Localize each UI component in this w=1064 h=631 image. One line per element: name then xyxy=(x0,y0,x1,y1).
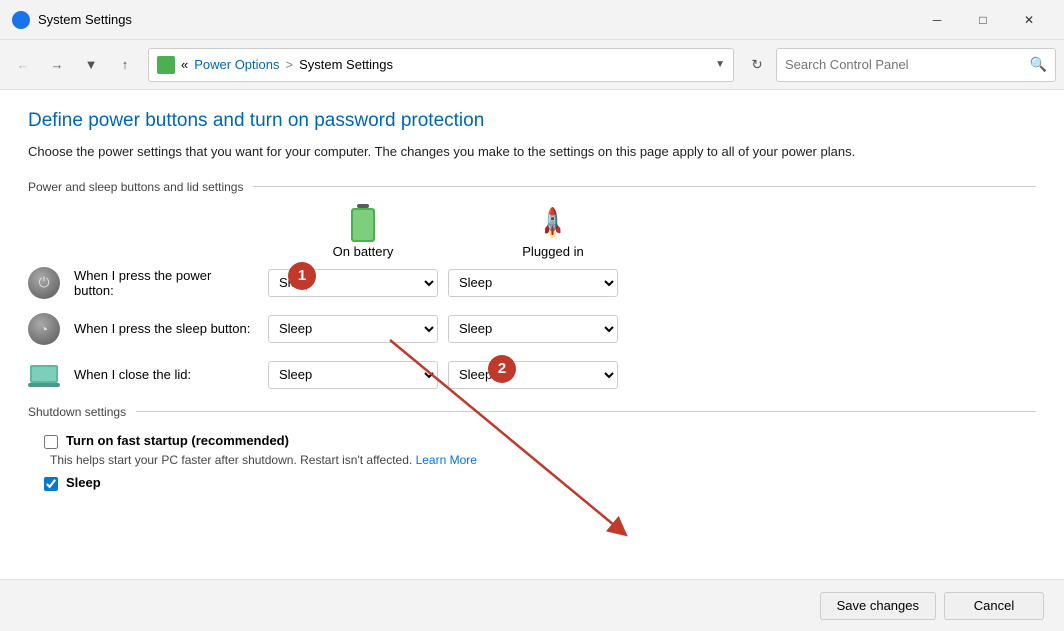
breadcrumb-item-system-settings: System Settings xyxy=(299,57,393,72)
breadcrumb-item-power-options[interactable]: Power Options xyxy=(194,57,279,72)
sleep-button-row: When I press the sleep button: Do nothin… xyxy=(28,313,1036,345)
sleep-checkbox-label[interactable]: Sleep xyxy=(66,475,101,490)
breadcrumb-bar: « Power Options > System Settings ▼ xyxy=(148,48,734,82)
annotation-bubble-2: 2 xyxy=(488,355,516,383)
lid-plugged-select[interactable]: Do nothing Sleep Hibernate Shut down xyxy=(448,361,618,389)
lid-battery-select[interactable]: Do nothing Sleep Hibernate Shut down xyxy=(268,361,438,389)
title-controls: ─ □ ✕ xyxy=(914,0,1052,40)
search-icon[interactable]: 🔍 xyxy=(1030,56,1047,73)
address-bar: ← → ▼ ↑ « Power Options > System Setting… xyxy=(0,40,1064,90)
title-bar-left: System Settings xyxy=(12,11,132,29)
fast-startup-checkbox[interactable] xyxy=(44,435,58,449)
pluggedin-icon: 🚀 xyxy=(537,208,569,240)
power-button-icon xyxy=(28,267,60,299)
annotation-bubble-1: 1 xyxy=(288,262,316,290)
battery-column-header: On battery xyxy=(268,208,458,259)
search-input[interactable] xyxy=(785,57,1024,72)
power-button-row: When I press the power button: Do nothin… xyxy=(28,267,1036,299)
back-button[interactable]: ← xyxy=(8,50,38,80)
title-bar: System Settings ─ □ ✕ xyxy=(0,0,1064,40)
page-description: Choose the power settings that you want … xyxy=(28,142,1036,162)
section1-label: Power and sleep buttons and lid settings xyxy=(28,180,243,194)
lid-label: When I close the lid: xyxy=(74,367,254,382)
power-button-selects: Do nothing Sleep Hibernate Shut down Do … xyxy=(268,269,618,297)
sleep-button-battery-select[interactable]: Do nothing Sleep Hibernate Shut down xyxy=(268,315,438,343)
page-title: Define power buttons and turn on passwor… xyxy=(28,110,1036,132)
pluggedin-column-label: Plugged in xyxy=(522,244,583,259)
learn-more-link[interactable]: Learn More xyxy=(416,453,477,467)
sleep-checkbox[interactable] xyxy=(44,477,58,491)
section2-header: Shutdown settings xyxy=(28,405,1036,419)
column-headers: On battery 🚀 Plugged in xyxy=(268,208,1036,259)
sleep-checkbox-row: Sleep xyxy=(44,475,1036,491)
save-button[interactable]: Save changes xyxy=(820,592,936,620)
power-button-plugged-select[interactable]: Do nothing Sleep Hibernate Shut down xyxy=(448,269,618,297)
maximize-button[interactable]: □ xyxy=(960,0,1006,40)
section2-divider xyxy=(136,411,1036,412)
breadcrumb-sep1: « xyxy=(181,57,188,72)
section1-header: Power and sleep buttons and lid settings xyxy=(28,180,1036,194)
minimize-button[interactable]: ─ xyxy=(914,0,960,40)
sleep-button-icon xyxy=(28,313,60,345)
fast-startup-sublabel: This helps start your PC faster after sh… xyxy=(50,453,1036,467)
lid-selects: Do nothing Sleep Hibernate Shut down Do … xyxy=(268,361,618,389)
section2-label: Shutdown settings xyxy=(28,405,126,419)
fast-startup-desc: This helps start your PC faster after sh… xyxy=(50,453,416,467)
power-button-label: When I press the power button: xyxy=(74,268,254,298)
close-button[interactable]: ✕ xyxy=(1006,0,1052,40)
breadcrumb-icon xyxy=(157,56,175,74)
lid-icon xyxy=(28,359,60,391)
window-container: System Settings ─ □ ✕ ← → ▼ ↑ « Power Op… xyxy=(0,0,1064,631)
forward-button[interactable]: → xyxy=(42,50,72,80)
section1-divider xyxy=(253,186,1036,187)
window-title: System Settings xyxy=(38,12,132,27)
breadcrumb-dropdown-icon[interactable]: ▼ xyxy=(715,59,725,70)
sleep-button-selects: Do nothing Sleep Hibernate Shut down Do … xyxy=(268,315,618,343)
main-content: Define power buttons and turn on passwor… xyxy=(0,90,1064,631)
bottom-bar: Save changes Cancel xyxy=(0,579,1064,631)
fast-startup-label[interactable]: Turn on fast startup (recommended) xyxy=(66,433,289,448)
up-button[interactable]: ↑ xyxy=(110,50,140,80)
fast-startup-row: Turn on fast startup (recommended) xyxy=(44,433,1036,449)
sleep-button-label: When I press the sleep button: xyxy=(74,321,254,336)
sleep-button-plugged-select[interactable]: Do nothing Sleep Hibernate Shut down xyxy=(448,315,618,343)
search-box: 🔍 xyxy=(776,48,1056,82)
app-icon xyxy=(12,11,30,29)
battery-column-label: On battery xyxy=(333,244,394,259)
recent-locations-button[interactable]: ▼ xyxy=(76,50,106,80)
battery-icon xyxy=(347,208,379,240)
cancel-button[interactable]: Cancel xyxy=(944,592,1044,620)
refresh-button[interactable]: ↻ xyxy=(742,50,772,80)
lid-row: When I close the lid: Do nothing Sleep H… xyxy=(28,359,1036,391)
pluggedin-column-header: 🚀 Plugged in xyxy=(458,208,648,259)
breadcrumb-sep2: > xyxy=(286,57,294,72)
rocket-icon: 🚀 xyxy=(534,205,572,243)
shutdown-section: Shutdown settings Turn on fast startup (… xyxy=(28,405,1036,491)
